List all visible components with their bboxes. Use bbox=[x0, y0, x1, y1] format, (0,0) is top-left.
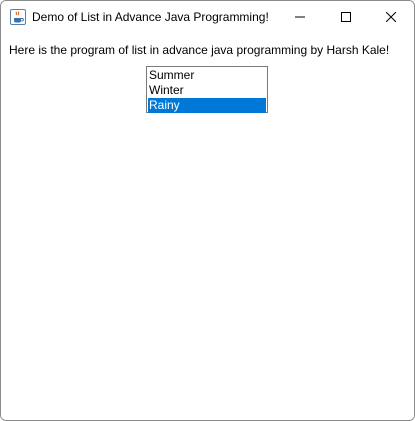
minimize-button[interactable] bbox=[277, 1, 323, 33]
window-title: Demo of List in Advance Java Programming… bbox=[32, 10, 269, 24]
list-item-winter[interactable]: Winter bbox=[148, 83, 266, 98]
minimize-icon bbox=[295, 16, 305, 18]
java-coffee-cup-icon[interactable] bbox=[10, 9, 26, 25]
maximize-icon bbox=[341, 12, 351, 22]
window-content: Here is the program of list in advance j… bbox=[1, 33, 414, 420]
list-item-rainy[interactable]: Rainy bbox=[148, 98, 266, 113]
maximize-button[interactable] bbox=[323, 1, 369, 33]
close-icon bbox=[386, 12, 396, 22]
program-heading: Here is the program of list in advance j… bbox=[9, 43, 390, 57]
close-button[interactable] bbox=[368, 1, 414, 33]
app-window: Demo of List in Advance Java Programming… bbox=[0, 0, 415, 421]
season-list[interactable]: Summer Winter Rainy bbox=[146, 66, 268, 113]
title-bar[interactable]: Demo of List in Advance Java Programming… bbox=[1, 1, 414, 33]
list-item-summer[interactable]: Summer bbox=[148, 68, 266, 83]
